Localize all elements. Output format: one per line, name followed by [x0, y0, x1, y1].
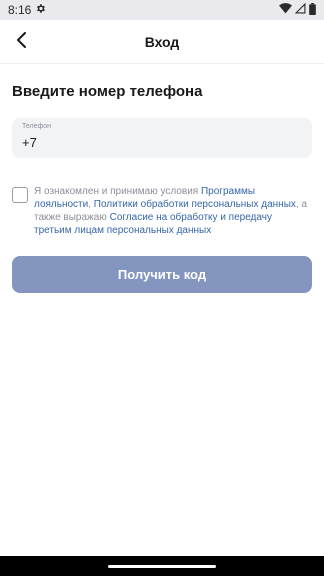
page-title: Вход: [144, 33, 180, 50]
home-indicator[interactable]: [108, 564, 216, 568]
settings-icon: [35, 3, 46, 17]
battery-icon: [309, 2, 316, 18]
privacy-policy-link[interactable]: Политики обработки персональных данных: [94, 199, 296, 210]
status-bar: 8:16: [0, 0, 324, 20]
phone-field-value[interactable]: +7: [22, 135, 302, 150]
phone-input[interactable]: Телефон +7: [12, 118, 312, 158]
consent-text: Я ознакомлен и принимаю условия Программ…: [34, 185, 312, 237]
phone-field-label: Телефон: [22, 123, 52, 130]
status-time: 8:16: [8, 3, 32, 17]
signal-icon: [294, 2, 306, 17]
phone-heading: Введите номер телефона: [12, 83, 203, 100]
consent-text-part: Я ознакомлен и принимаю условия: [34, 186, 201, 197]
consent-row: Я ознакомлен и принимаю условия Программ…: [12, 185, 312, 237]
chevron-left-icon: [16, 31, 28, 53]
get-code-button[interactable]: Получить код: [12, 256, 312, 293]
wifi-icon: [279, 3, 292, 17]
app-bar: Вход: [0, 20, 324, 64]
consent-checkbox[interactable]: [12, 187, 28, 203]
navigation-bar: [0, 556, 324, 576]
status-icons: [279, 2, 316, 18]
back-button[interactable]: [6, 26, 38, 58]
